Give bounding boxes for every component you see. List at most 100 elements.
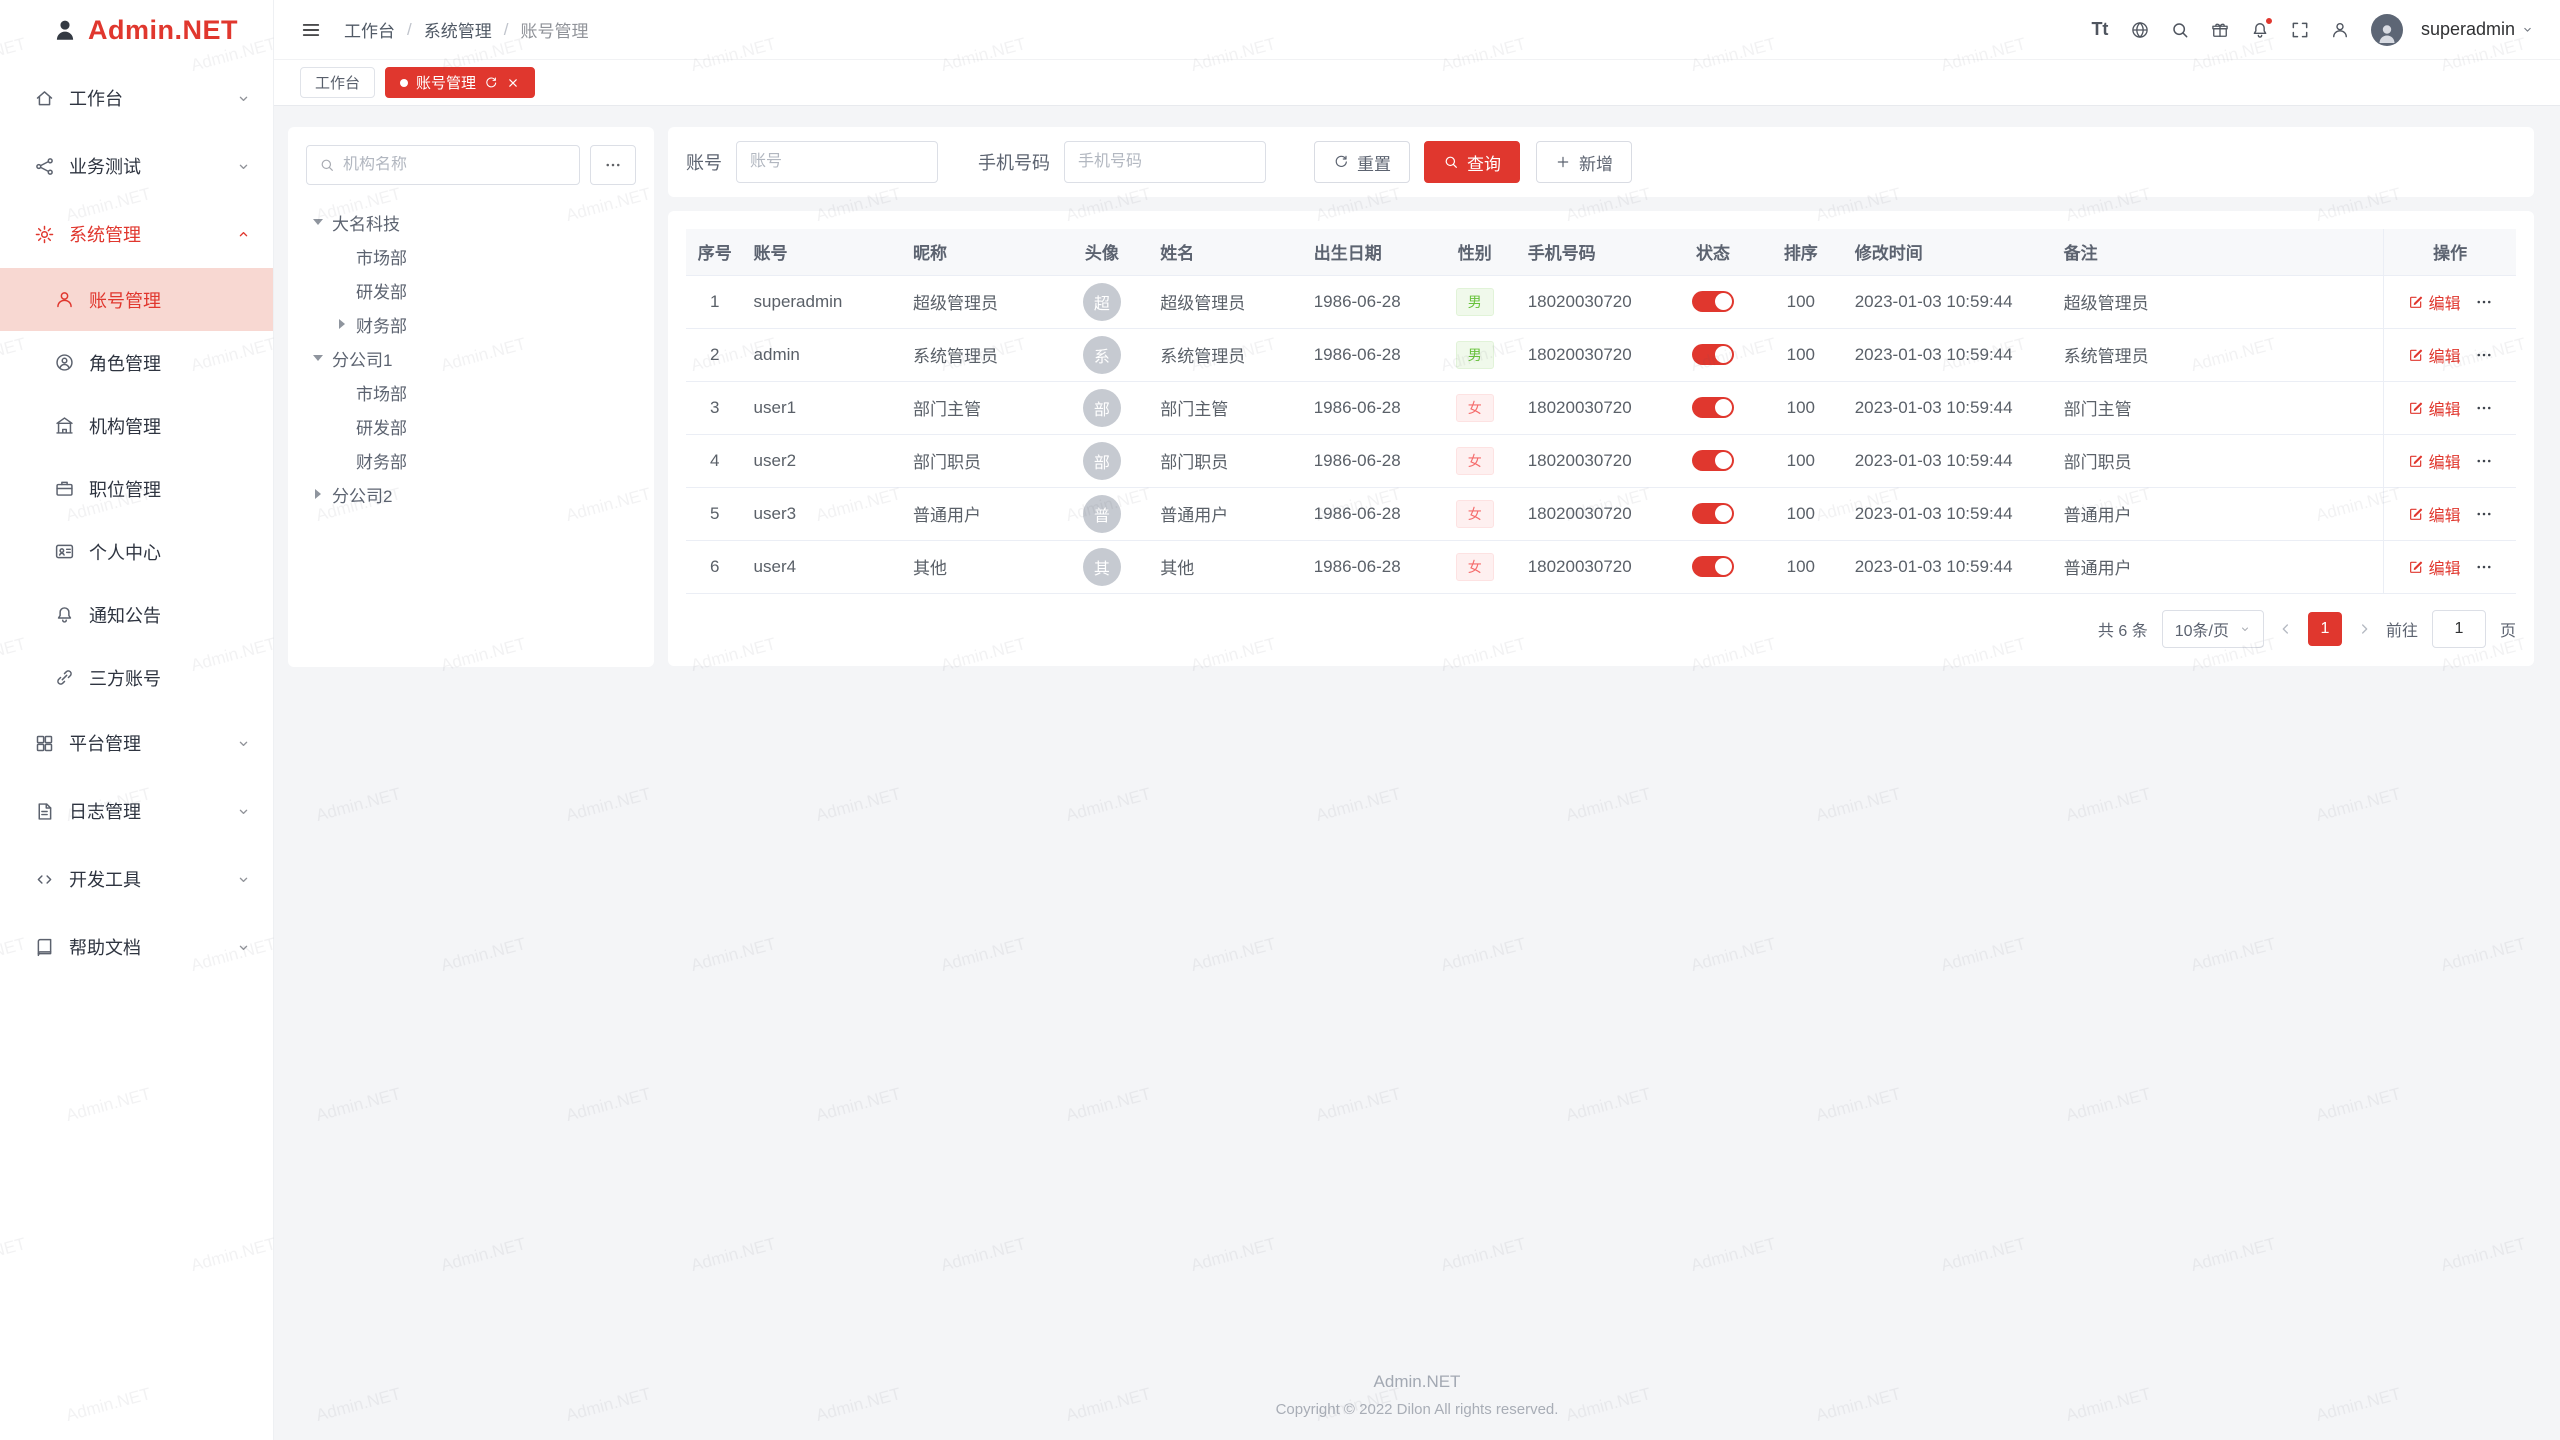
tree-node[interactable]: 财务部 [306, 443, 636, 477]
cell-account: superadmin [744, 275, 903, 328]
edit-button[interactable]: 编辑 [2408, 555, 2461, 579]
tree-node-label: 财务部 [356, 312, 407, 337]
sidebar-item[interactable]: 账号管理 [0, 268, 273, 331]
page-size-select[interactable]: 10条/页 [2162, 610, 2264, 648]
gear-icon [34, 224, 55, 245]
username: superadmin [2421, 19, 2515, 40]
edit-button[interactable]: 编辑 [2408, 290, 2461, 314]
sidebar-item[interactable]: 通知公告 [0, 583, 273, 646]
more-actions-icon[interactable] [2475, 399, 2493, 417]
tab-account-management[interactable]: 账号管理 [385, 67, 535, 98]
refresh-icon[interactable] [484, 76, 498, 90]
logo[interactable]: Admin.NET [0, 0, 273, 60]
cell-avatar: 部 [1053, 381, 1150, 434]
prev-page-icon[interactable] [2278, 621, 2294, 637]
more-actions-icon[interactable] [2475, 558, 2493, 576]
cell-modified-time: 2023-01-03 10:59:44 [1845, 328, 2054, 381]
org-tree-panel: 大名科技 市场部 研发部 财务部 分公司1 [288, 127, 654, 667]
page-number-current[interactable]: 1 [2308, 612, 2342, 646]
sidebar-item[interactable]: 平台管理 [0, 709, 273, 777]
search-button[interactable]: 查询 [1424, 141, 1520, 183]
breadcrumb-separator: / [504, 20, 509, 40]
edit-button[interactable]: 编辑 [2408, 396, 2461, 420]
column-header: 状态 [1669, 229, 1757, 275]
sidebar-item[interactable]: 业务测试 [0, 132, 273, 200]
breadcrumb-item[interactable]: 工作台 [344, 17, 395, 42]
cell-account: user1 [744, 381, 903, 434]
sidebar-item[interactable]: 职位管理 [0, 457, 273, 520]
avatar[interactable] [2371, 14, 2403, 46]
cell-actions: 编辑 [2384, 434, 2516, 487]
font-size-icon[interactable]: Tt [2085, 15, 2115, 45]
cell-nickname: 部门主管 [903, 381, 1053, 434]
cell-gender: 女 [1432, 540, 1518, 593]
theme-icon[interactable] [2205, 15, 2235, 45]
more-actions-icon[interactable] [2475, 505, 2493, 523]
log-icon [34, 801, 55, 822]
tree-node[interactable]: 市场部 [306, 239, 636, 273]
cell-phone: 18020030720 [1518, 275, 1669, 328]
tree-node[interactable]: 大名科技 [306, 205, 636, 239]
tab-workbench[interactable]: 工作台 [300, 67, 375, 98]
status-toggle[interactable] [1692, 344, 1734, 365]
sidebar-item[interactable]: 机构管理 [0, 394, 273, 457]
next-page-icon[interactable] [2356, 621, 2372, 637]
table-row: 2 admin 系统管理员 系 系统管理员 1986-06-28 男 18020… [686, 328, 2516, 381]
hamburger-icon[interactable] [300, 19, 322, 41]
status-toggle[interactable] [1692, 556, 1734, 577]
avatar: 系 [1083, 336, 1121, 374]
status-toggle[interactable] [1692, 450, 1734, 471]
tree-more-button[interactable] [590, 145, 636, 185]
cell-phone: 18020030720 [1518, 487, 1669, 540]
sidebar-item[interactable]: 帮助文档 [0, 913, 273, 981]
cell-phone: 18020030720 [1518, 540, 1669, 593]
user-menu[interactable]: superadmin [2421, 19, 2534, 40]
account-input[interactable] [736, 141, 938, 183]
status-toggle[interactable] [1692, 503, 1734, 524]
tree-node[interactable]: 分公司1 [306, 341, 636, 375]
more-actions-icon[interactable] [2475, 346, 2493, 364]
sidebar-item[interactable]: 角色管理 [0, 331, 273, 394]
cell-account: user3 [744, 487, 903, 540]
tree-node[interactable]: 财务部 [306, 307, 636, 341]
tree-node[interactable]: 研发部 [306, 409, 636, 443]
profile-icon[interactable] [2325, 15, 2355, 45]
tree-node[interactable]: 市场部 [306, 375, 636, 409]
more-actions-icon[interactable] [2475, 452, 2493, 470]
cell-remark: 部门职员 [2054, 434, 2384, 487]
edit-label: 编辑 [2429, 290, 2461, 314]
sidebar-item[interactable]: 工作台 [0, 64, 273, 132]
sidebar-item[interactable]: 个人中心 [0, 520, 273, 583]
reset-button[interactable]: 重置 [1314, 141, 1410, 183]
search-icon[interactable] [2165, 15, 2195, 45]
cell-name: 部门职员 [1150, 434, 1303, 487]
phone-label: 手机号码 [978, 149, 1050, 175]
fullscreen-icon[interactable] [2285, 15, 2315, 45]
sidebar-item[interactable]: 开发工具 [0, 845, 273, 913]
status-toggle[interactable] [1692, 397, 1734, 418]
phone-input[interactable] [1064, 141, 1266, 183]
cell-remark: 部门主管 [2054, 381, 2384, 434]
language-icon[interactable] [2125, 15, 2155, 45]
column-header: 昵称 [903, 229, 1053, 275]
add-button[interactable]: 新增 [1536, 141, 1632, 183]
edit-button[interactable]: 编辑 [2408, 343, 2461, 367]
tree-node[interactable]: 分公司2 [306, 477, 636, 511]
more-actions-icon[interactable] [2475, 293, 2493, 311]
sidebar-item[interactable]: 系统管理 [0, 200, 273, 268]
notification-bell-icon[interactable] [2245, 15, 2275, 45]
tree-node[interactable]: 研发部 [306, 273, 636, 307]
edit-button[interactable]: 编辑 [2408, 502, 2461, 526]
breadcrumb-item[interactable]: 系统管理 [424, 17, 492, 42]
goto-page-input[interactable] [2432, 610, 2486, 648]
chevron-down-icon [236, 736, 251, 751]
edit-button[interactable]: 编辑 [2408, 449, 2461, 473]
sidebar-item[interactable]: 三方账号 [0, 646, 273, 709]
status-toggle[interactable] [1692, 291, 1734, 312]
sidebar-item[interactable]: 日志管理 [0, 777, 273, 845]
cell-modified-time: 2023-01-03 10:59:44 [1845, 434, 2054, 487]
org-search-input[interactable] [343, 156, 567, 174]
close-icon[interactable] [506, 76, 520, 90]
cell-status [1669, 328, 1757, 381]
grid-icon [34, 733, 55, 754]
